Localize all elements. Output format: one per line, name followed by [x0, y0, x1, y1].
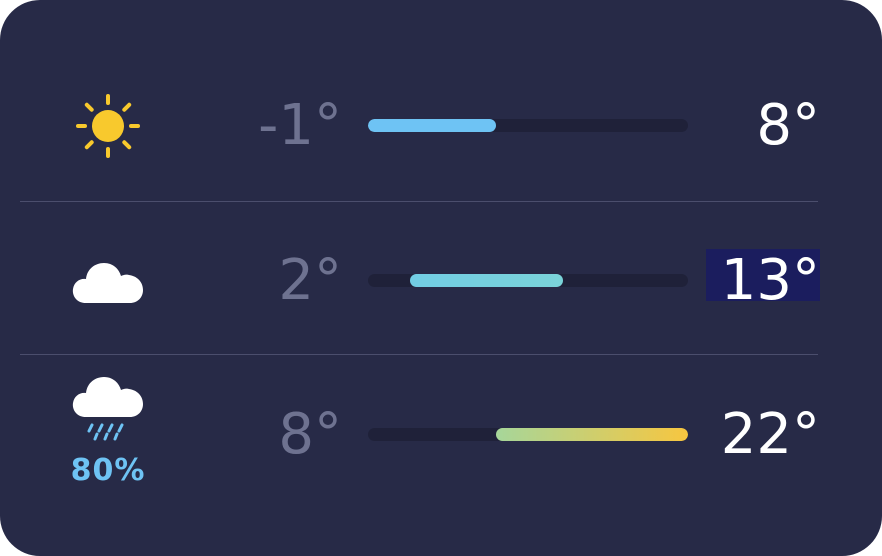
- precipitation-chance: 80%: [70, 453, 146, 488]
- divider: [20, 354, 818, 355]
- sun-icon: [72, 90, 144, 162]
- forecast-row-0[interactable]: -1° 8°: [0, 74, 882, 174]
- divider: [20, 201, 818, 202]
- high-temp: 22°: [720, 402, 820, 467]
- rain-cloud-icon: [72, 373, 144, 445]
- low-temp: -1°: [258, 93, 342, 158]
- temp-range-fill: [496, 428, 688, 441]
- low-temp: 2°: [278, 248, 342, 313]
- temp-range-fill: [368, 119, 496, 132]
- cloud-icon: [72, 245, 144, 317]
- forecast-row-2[interactable]: 80% 8° 22°: [0, 377, 882, 488]
- temp-range-fill: [410, 274, 563, 287]
- high-temp: 8°: [756, 93, 820, 158]
- temp-range-bar: [368, 119, 688, 132]
- high-temp: 13°: [706, 249, 820, 313]
- temp-range-bar: [368, 274, 688, 287]
- forecast-row-1[interactable]: 2° 13°: [0, 229, 882, 329]
- temp-range-bar: [368, 428, 688, 441]
- forecast-widget: -1° 8° 2° 13° 80% 8° 22°: [0, 0, 882, 556]
- low-temp: 8°: [278, 402, 342, 467]
